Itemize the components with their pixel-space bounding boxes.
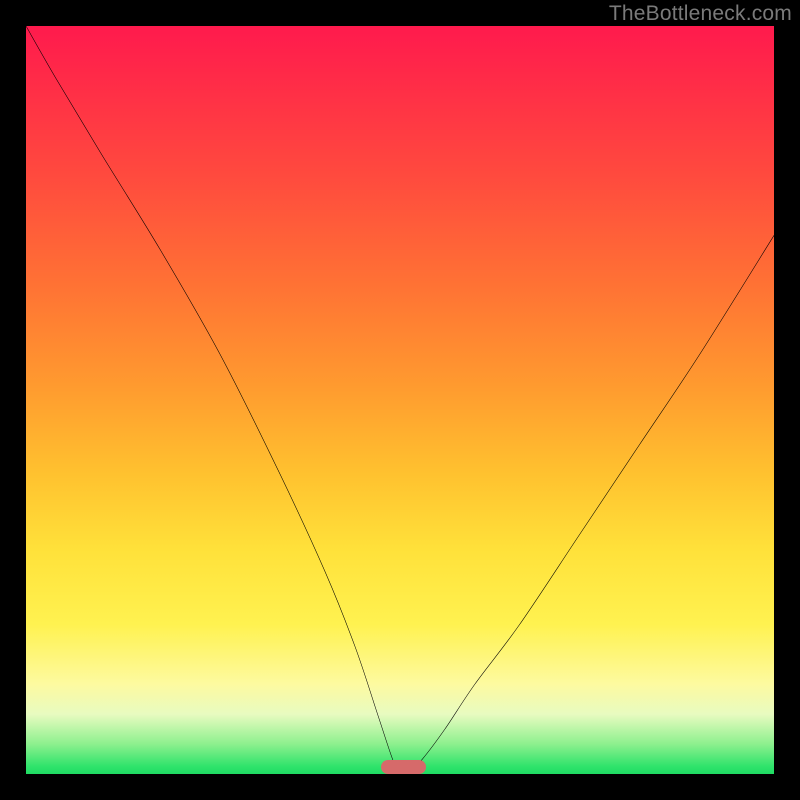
bottleneck-curve: [26, 26, 774, 774]
chart-frame: TheBottleneck.com: [0, 0, 800, 800]
watermark-text: TheBottleneck.com: [609, 2, 792, 26]
curve-layer: [26, 26, 774, 774]
minimum-marker: [381, 760, 426, 774]
plot-area: [26, 26, 774, 774]
